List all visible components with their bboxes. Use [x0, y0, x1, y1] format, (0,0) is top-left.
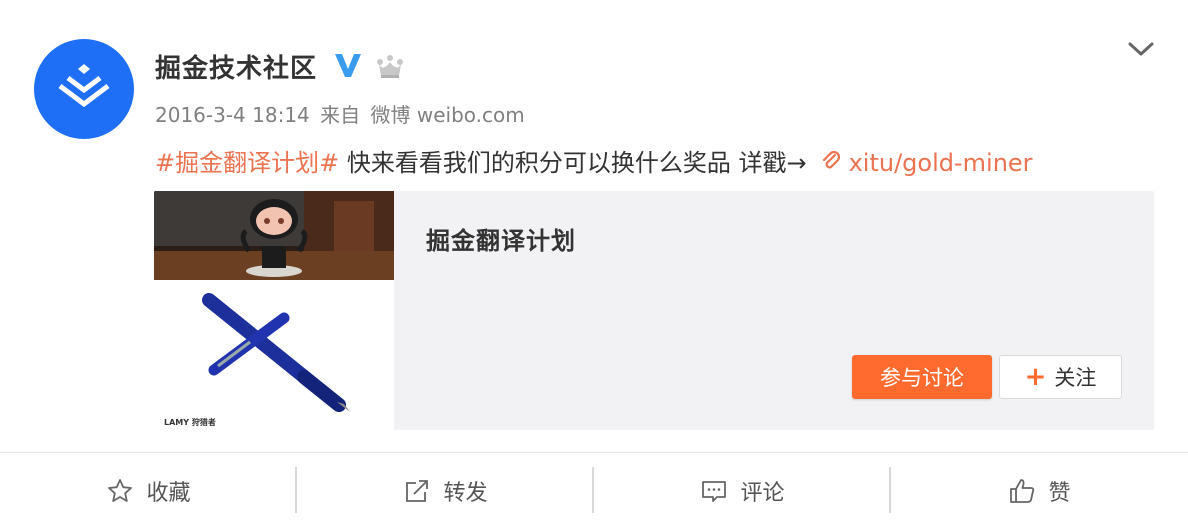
weibo-post: 掘金技术社区 2016-3-4 18:14 来自 微博 weibo.com #掘…: [0, 0, 1188, 450]
join-discussion-button[interactable]: 参与讨论: [852, 355, 992, 399]
favorite-button[interactable]: 收藏: [0, 453, 297, 528]
thumbnail-caption: LAMY 狩猎者: [164, 418, 216, 427]
comment-button[interactable]: 评论: [594, 453, 891, 528]
plus-icon: +: [1024, 362, 1047, 392]
favorite-label: 收藏: [146, 480, 191, 506]
follow-label: 关注: [1054, 366, 1097, 390]
thumbs-up-icon: [1010, 478, 1035, 503]
verified-v-icon: [335, 54, 361, 77]
external-link[interactable]: xitu/gold-miner: [821, 149, 1033, 177]
crown-icon: [377, 55, 403, 78]
post-meta: 2016-3-4 18:14 来自 微博 weibo.com: [155, 99, 529, 128]
like-label: 赞: [1048, 480, 1071, 506]
author-name[interactable]: 掘金技术社区: [155, 48, 317, 85]
avatar[interactable]: [34, 39, 134, 139]
juejin-logo-icon: [58, 64, 110, 108]
post-timestamp[interactable]: 2016-3-4 18:14: [155, 103, 310, 127]
post-source-app[interactable]: 微博 weibo.com: [371, 103, 525, 127]
chevron-down-icon[interactable]: [1126, 38, 1156, 60]
octocat-image: [154, 191, 394, 280]
topic-card[interactable]: LAMY 狩猎者 掘金翻译计划 参与讨论 + 关注: [154, 191, 1154, 430]
post-body: 快来看看我们的积分可以换什么奖品 详戳→: [339, 149, 807, 177]
paperclip-icon: [822, 151, 840, 169]
like-button[interactable]: 赞: [891, 453, 1188, 528]
share-icon: [406, 479, 429, 502]
external-link-text: xitu/gold-miner: [848, 149, 1033, 177]
hashtag-link[interactable]: #掘金翻译计划#: [155, 149, 339, 177]
star-icon: [108, 478, 133, 502]
repost-label: 转发: [443, 480, 488, 506]
comment-label: 评论: [740, 480, 785, 506]
fountain-pen-image: LAMY 狩猎者: [154, 280, 394, 430]
post-text: #掘金翻译计划# 快来看看我们的积分可以换什么奖品 详戳→ xitu/gold-m…: [155, 143, 1033, 178]
comment-icon: [702, 480, 727, 502]
card-thumbnail: LAMY 狩猎者: [154, 191, 394, 430]
repost-button[interactable]: 转发: [297, 453, 594, 528]
follow-button[interactable]: + 关注: [999, 355, 1122, 399]
action-bar: 收藏 转发 评论 赞: [0, 453, 1188, 528]
card-title[interactable]: 掘金翻译计划: [426, 221, 576, 256]
post-source-prefix: 来自: [320, 103, 361, 127]
